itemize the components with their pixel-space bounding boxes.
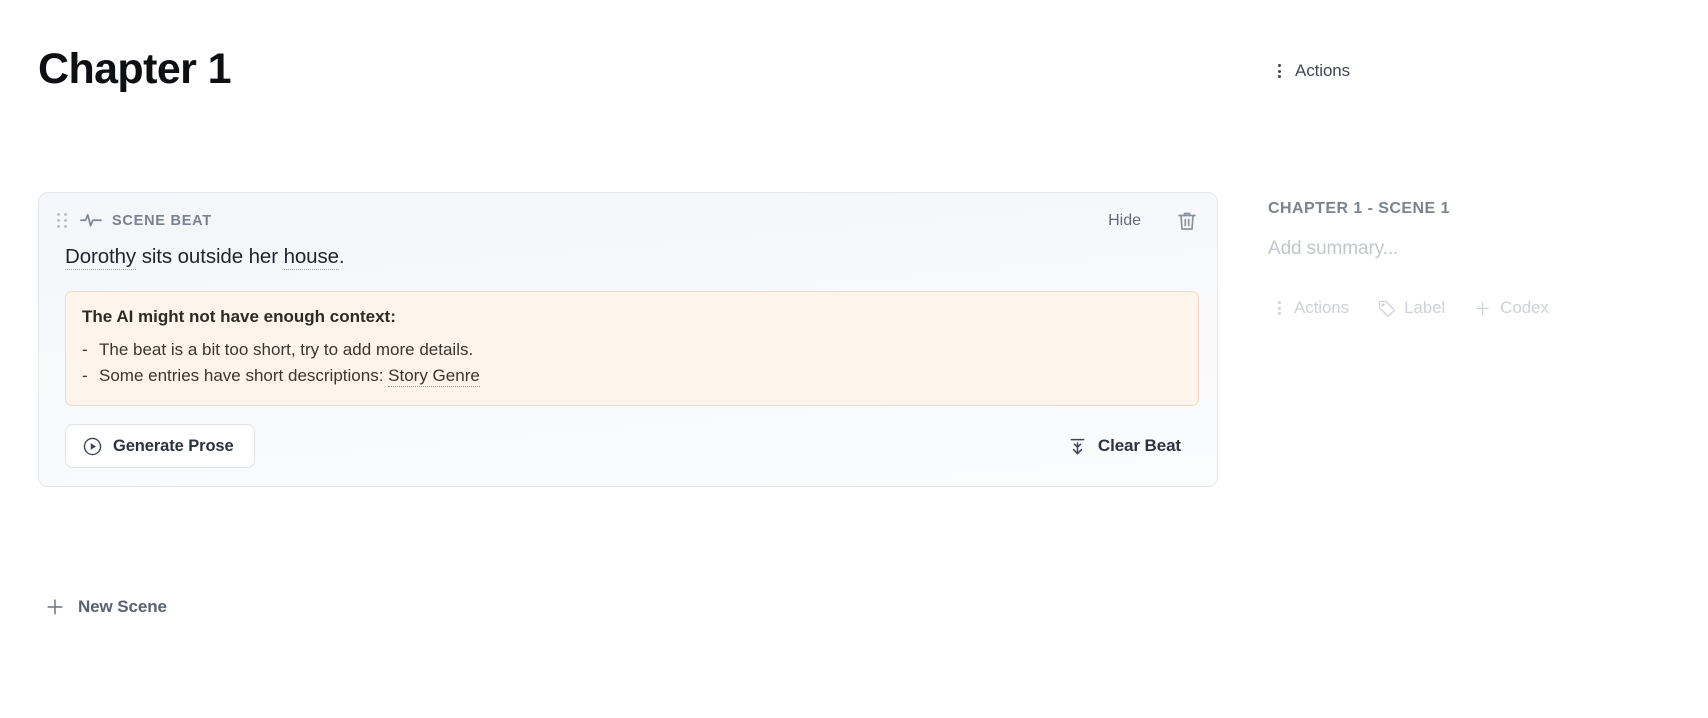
- warning-bullet-dash: -: [82, 366, 88, 386]
- clear-beat-button[interactable]: Clear Beat: [1061, 432, 1187, 461]
- pulse-activity-icon: [80, 212, 102, 230]
- plus-icon: [44, 596, 66, 618]
- chapter-actions-button[interactable]: Actions: [1268, 58, 1354, 84]
- beat-text-end: .: [338, 245, 345, 268]
- warning-item-text: Some entries have short descriptions: St…: [99, 363, 480, 389]
- dots-vertical-icon: [1272, 299, 1286, 317]
- generate-prose-button[interactable]: Generate Prose: [65, 424, 255, 469]
- new-scene-label: New Scene: [78, 597, 167, 616]
- collapse-arrow-down-icon: [1067, 436, 1088, 457]
- beat-text-middle: sits outside her: [136, 245, 284, 268]
- chapter-actions-label: Actions: [1295, 61, 1351, 80]
- warning-title: The AI might not have enough context:: [82, 306, 396, 326]
- tag-icon: [1377, 299, 1396, 318]
- ai-context-warning: The AI might not have enough context: - …: [65, 290, 1199, 407]
- scene-actions-button[interactable]: Actions: [1268, 295, 1353, 321]
- warning-item-text: The beat is a bit too short, try to add …: [99, 339, 474, 359]
- scene-beat-card[interactable]: SCENE BEAT Hide Dorothy sits outside her…: [38, 192, 1218, 488]
- scene-beat-footer: Generate Prose Clear Beat: [65, 424, 1199, 469]
- dots-vertical-icon: [1272, 62, 1286, 80]
- hide-button[interactable]: Hide: [1104, 210, 1145, 232]
- scene-codex-label: Codex: [1500, 298, 1549, 317]
- new-scene-button[interactable]: New Scene: [38, 592, 173, 622]
- scene-label-text: Label: [1404, 298, 1446, 317]
- scene-breadcrumb-label: CHAPTER 1 - SCENE 1: [1268, 200, 1450, 217]
- plus-icon: [1473, 299, 1492, 318]
- warning-item: - Some entries have short descriptions: …: [82, 363, 1182, 389]
- scene-beat-header: SCENE BEAT Hide: [57, 209, 1199, 233]
- scene-beat-type-label: SCENE BEAT: [112, 213, 212, 229]
- scene-label-button[interactable]: Label: [1373, 295, 1449, 321]
- scene-tools-row: Actions Label Codex: [1268, 295, 1553, 321]
- trash-icon[interactable]: [1175, 209, 1199, 233]
- scene-actions-label: Actions: [1294, 298, 1350, 317]
- entity-dorothy[interactable]: Dorothy: [65, 245, 136, 270]
- codex-link-story-genre[interactable]: Story Genre: [388, 366, 480, 388]
- main-column: Chapter 1 SCENE BEAT Hide Dorothy sits o…: [38, 0, 1218, 718]
- warning-item-prefix: Some entries have short descriptions:: [99, 366, 389, 386]
- right-sidebar: Actions CHAPTER 1 - SCENE 1 Add summary.…: [1268, 0, 1708, 718]
- editor-page: Chapter 1 SCENE BEAT Hide Dorothy sits o…: [0, 0, 1708, 718]
- generate-prose-label: Generate Prose: [113, 436, 234, 455]
- scene-summary-input[interactable]: Add summary...: [1268, 238, 1398, 260]
- play-circle-icon: [82, 436, 103, 457]
- warning-bullet-dash: -: [82, 339, 88, 359]
- scene-beat-text[interactable]: Dorothy sits outside her house.: [65, 243, 1199, 271]
- page-title: Chapter 1: [38, 45, 232, 93]
- warning-item: - The beat is a bit too short, try to ad…: [82, 337, 1182, 363]
- drag-dots-icon[interactable]: [57, 212, 71, 230]
- clear-beat-label: Clear Beat: [1097, 436, 1181, 456]
- entity-house[interactable]: house: [283, 245, 339, 270]
- scene-codex-button[interactable]: Codex: [1469, 295, 1553, 321]
